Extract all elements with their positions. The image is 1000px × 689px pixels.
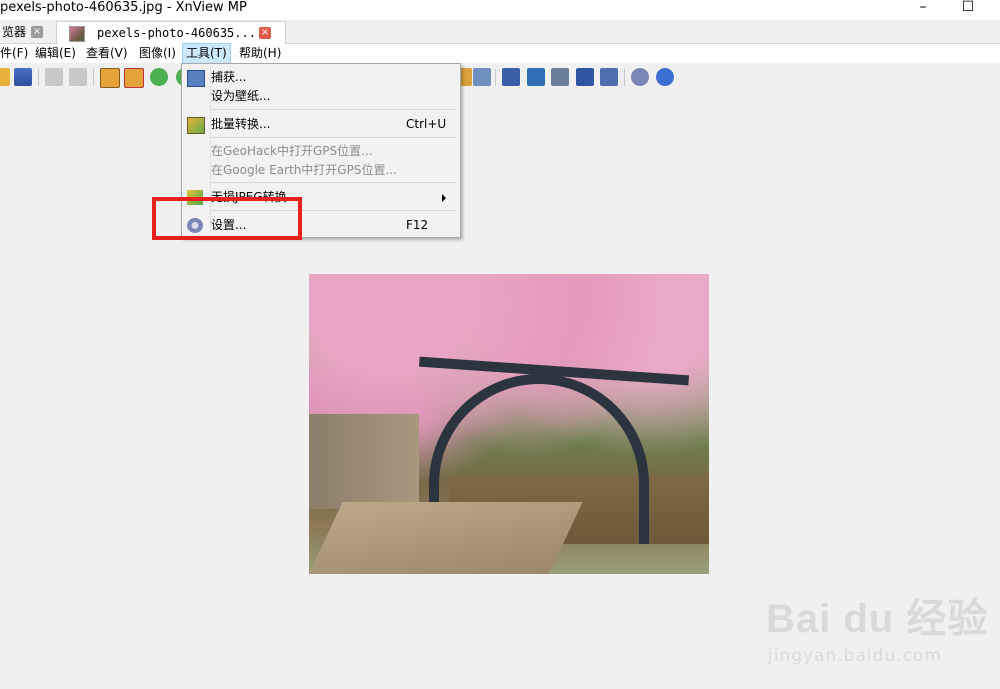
close-icon[interactable]: × — [31, 26, 43, 38]
menu-item-label: 在Google Earth中打开GPS位置... — [211, 163, 397, 177]
menu-item-label: 设为壁纸... — [211, 89, 271, 103]
watermark-brand: Bai du 经验 — [766, 597, 989, 641]
stone-wall — [309, 414, 419, 509]
menu-help[interactable]: 帮助(H) — [236, 44, 284, 63]
redo-icon[interactable] — [69, 68, 87, 86]
menu-separator — [211, 137, 456, 138]
toolbar-separator — [38, 69, 39, 86]
print-icon[interactable] — [551, 68, 569, 86]
minimize-button[interactable]: – — [913, 0, 933, 16]
crop-icon[interactable] — [100, 68, 120, 88]
menu-item-label: 捕获... — [211, 70, 247, 84]
edit-icon[interactable] — [527, 68, 545, 86]
toolbar-separator — [624, 69, 625, 86]
menu-item-batch-convert[interactable]: 批量转换... Ctrl+U — [184, 115, 458, 134]
submenu-arrow-icon — [442, 194, 446, 202]
rotate-icon[interactable] — [150, 68, 168, 86]
window-title: pexels-photo-460635.jpg - XnView MP — [0, 0, 247, 15]
menu-item-set-wallpaper[interactable]: 设为壁纸... — [184, 87, 458, 106]
maximize-button[interactable]: ☐ — [958, 0, 978, 16]
menu-item-geohack: 在GeoHack中打开GPS位置... — [184, 142, 458, 161]
scan-icon[interactable] — [576, 68, 594, 86]
save-icon[interactable] — [14, 68, 32, 86]
menu-item-label: 批量转换... — [211, 117, 271, 131]
batch-convert-icon — [187, 117, 205, 134]
tab-label: pexels-photo-460635.... — [97, 26, 264, 40]
annotation-highlight-box — [152, 197, 302, 240]
gear-icon[interactable] — [631, 68, 649, 86]
resize-icon[interactable] — [124, 68, 144, 88]
toolbar-separator — [495, 69, 496, 86]
watermark-url: jingyan.baidu.com — [768, 646, 942, 666]
compare-icon[interactable] — [473, 68, 491, 86]
close-icon[interactable]: × — [259, 27, 271, 39]
image-viewer-photo — [309, 274, 709, 574]
tab-label: 览器 — [2, 25, 27, 39]
open-icon[interactable] — [0, 68, 10, 86]
menu-file[interactable]: 件(F) — [0, 44, 31, 63]
toolbar — [0, 64, 1000, 91]
tab-image[interactable]: pexels-photo-460635.... × — [56, 21, 286, 44]
baidu-jingyan-watermark: Bai du 经验 jingyan.baidu.com — [766, 586, 989, 666]
menu-item-label: 在GeoHack中打开GPS位置... — [211, 144, 373, 158]
toolbar-separator — [93, 69, 94, 86]
menu-tools[interactable]: 工具(T) — [182, 43, 231, 64]
menu-item-shortcut: Ctrl+U — [406, 117, 447, 131]
capture-icon — [187, 70, 205, 87]
menu-image[interactable]: 图像(I) — [136, 44, 179, 63]
fullscreen-icon[interactable] — [502, 68, 520, 86]
tab-bar: 览器 × pexels-photo-460635.... × — [0, 20, 1000, 44]
menu-item-shortcut: F12 — [406, 218, 429, 232]
menu-item-google-earth: 在Google Earth中打开GPS位置... — [184, 161, 458, 180]
menu-separator — [211, 182, 456, 183]
menu-separator — [211, 109, 456, 110]
menu-view[interactable]: 查看(V) — [83, 44, 131, 63]
undo-icon[interactable] — [45, 68, 63, 86]
menu-bar: 件(F) 编辑(E) 查看(V) 图像(I) 工具(T) 帮助(H) — [0, 43, 1000, 64]
menu-item-capture[interactable]: 捕获... — [184, 68, 458, 87]
title-bar: pexels-photo-460635.jpg - XnView MP – ☐ — [0, 0, 1000, 20]
help-icon[interactable] — [656, 68, 674, 86]
tab-browser[interactable]: 览器 × — [0, 21, 50, 43]
image-thumbnail-icon — [69, 26, 85, 42]
menu-edit[interactable]: 编辑(E) — [32, 44, 79, 63]
wallpaper-icon[interactable] — [600, 68, 618, 86]
cobblestone-path — [309, 502, 583, 574]
